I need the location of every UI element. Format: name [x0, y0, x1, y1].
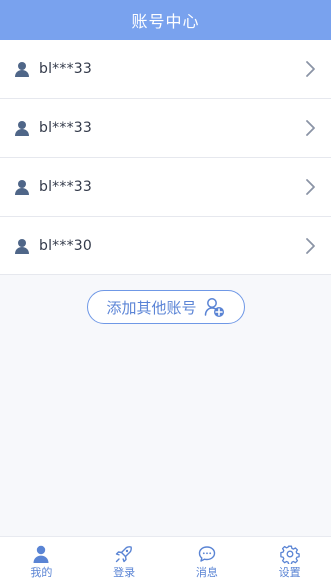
- add-user-icon: [204, 298, 224, 317]
- add-account-button[interactable]: 添加其他账号: [86, 290, 245, 324]
- user-icon: [15, 62, 29, 77]
- tab-label: 我的: [30, 566, 53, 579]
- tab-login[interactable]: 登录: [83, 537, 165, 585]
- chevron-right-icon: [306, 179, 315, 195]
- tab-label: 设置: [278, 566, 301, 579]
- user-icon: [15, 238, 29, 254]
- chevron-right-icon: [306, 120, 315, 136]
- chevron-right-icon: [306, 61, 315, 77]
- chat-bubble-icon: [198, 546, 216, 562]
- account-name: bl***33: [39, 120, 92, 136]
- gear-icon: [279, 545, 300, 564]
- tab-mine[interactable]: 我的: [0, 537, 82, 585]
- user-icon: [33, 545, 49, 563]
- account-row[interactable]: bl***33: [0, 158, 331, 217]
- user-icon: [15, 121, 29, 136]
- account-list: bl***33 bl***33 bl***33 bl***30: [0, 40, 331, 275]
- account-row[interactable]: bl***33: [0, 99, 331, 158]
- account-name: bl***30: [39, 237, 92, 254]
- account-row[interactable]: bl***30: [0, 217, 331, 275]
- add-account-label: 添加其他账号: [106, 298, 197, 317]
- chevron-right-icon: [306, 237, 315, 254]
- user-icon: [15, 180, 29, 195]
- tab-label: 登录: [113, 566, 136, 579]
- account-name: bl***33: [39, 179, 92, 195]
- tab-messages[interactable]: 消息: [166, 537, 248, 585]
- rocket-icon: [115, 546, 133, 563]
- tab-settings[interactable]: 设置: [249, 537, 331, 585]
- add-account-section: 添加其他账号: [0, 290, 331, 324]
- bottom-tab-bar: 我的 登录 消息 设置: [0, 536, 331, 585]
- page-title: 账号中心: [131, 12, 200, 31]
- account-row[interactable]: bl***33: [0, 40, 331, 99]
- tab-label: 消息: [195, 566, 218, 579]
- app-header: 账号中心: [0, 0, 331, 40]
- account-name: bl***33: [39, 61, 92, 77]
